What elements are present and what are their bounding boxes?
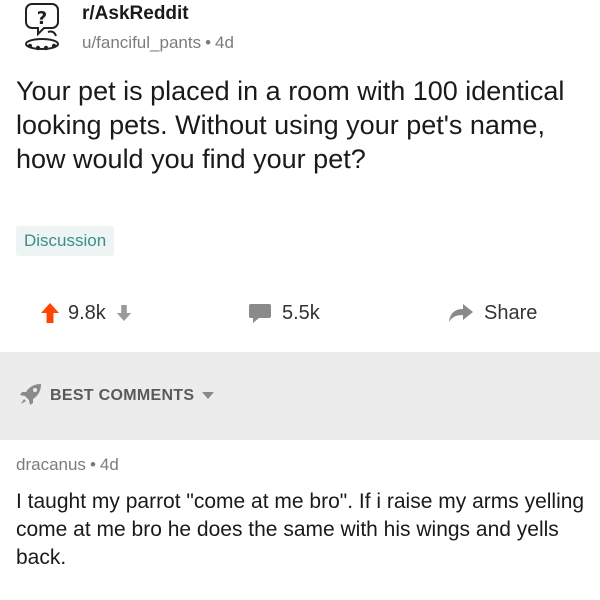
meta-separator: • (205, 33, 212, 52)
vote-controls: 9.8k (40, 290, 132, 336)
comment-bubble-icon (248, 302, 272, 324)
comment-body: I taught my parrot "come at me bro". If … (16, 490, 585, 569)
share-button[interactable]: Share (448, 290, 537, 336)
post-age: 4d (215, 33, 234, 52)
vote-score: 9.8k (68, 301, 106, 324)
comment-author[interactable]: dracanus (16, 455, 86, 474)
post-action-bar: 9.8k 5.5k Share (0, 290, 600, 336)
post-meta: u/fanciful_pants • 4d (82, 32, 234, 54)
share-label: Share (484, 301, 538, 324)
post-title[interactable]: Your pet is placed in a room with 100 id… (16, 74, 586, 176)
sort-label: BEST COMMENTS (50, 387, 195, 404)
comment-meta-separator: • (89, 455, 96, 474)
svg-text:?: ? (37, 8, 47, 29)
post-author[interactable]: u/fanciful_pants (82, 33, 201, 52)
post-flair[interactable]: Discussion (16, 226, 115, 256)
comment-meta: dracanus • 4d (16, 454, 119, 476)
comment-count: 5.5k (282, 301, 320, 324)
arrow-up-icon[interactable] (40, 302, 60, 324)
post-header: ? r/AskReddit u/fanciful_pants • 4d (0, 0, 600, 66)
share-arrow-icon (448, 303, 474, 323)
comment-sort-bar: BEST COMMENTS (0, 352, 600, 440)
arrow-down-icon[interactable] (116, 304, 132, 322)
rocket-icon (18, 381, 44, 412)
comments-button[interactable]: 5.5k (248, 290, 320, 336)
comment-age: 4d (99, 455, 119, 474)
sort-dropdown[interactable]: BEST COMMENTS (18, 380, 215, 412)
subreddit-name[interactable]: r/AskReddit (82, 2, 189, 26)
caret-down-icon (202, 387, 215, 405)
askreddit-icon[interactable]: ? (18, 2, 68, 54)
